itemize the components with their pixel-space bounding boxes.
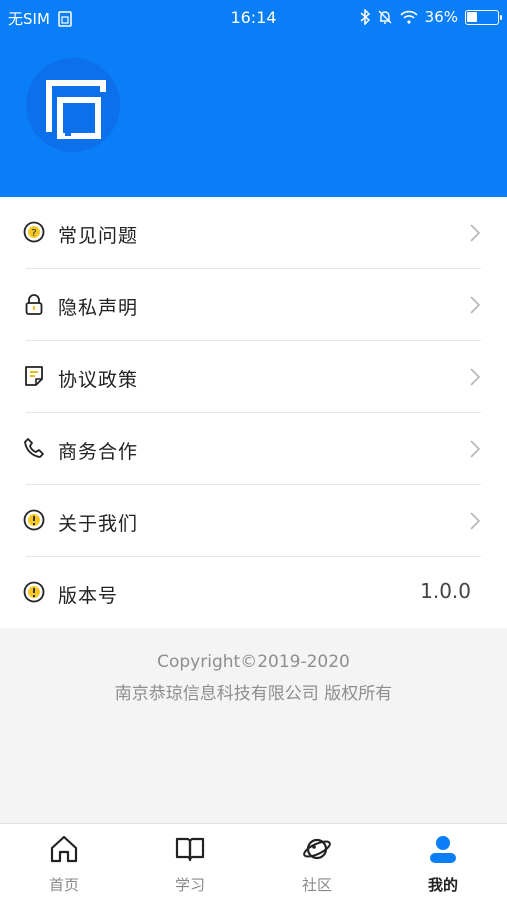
logo-mark-icon [46,80,106,139]
version-value: 1.0.0 [420,579,471,603]
tab-study[interactable]: 学习 [127,824,253,900]
chevron-right-icon [470,224,481,242]
mute-bell-icon [378,10,392,24]
menu-item-label: 隐私声明 [58,297,139,319]
menu-item-label: 协议政策 [58,369,139,391]
menu-item-version: 版本号 1.0.0 [0,557,507,629]
svg-text:?: ? [31,228,36,239]
home-icon [50,835,78,863]
chevron-right-icon [470,512,481,530]
tab-label: 学习 [174,876,205,894]
tab-community[interactable]: 社区 [254,824,380,900]
bottom-tab-bar: 首页 学习 社区 我的 [0,823,507,900]
chevron-right-icon [470,440,481,458]
tab-home[interactable]: 首页 [1,824,127,900]
tab-label: 社区 [301,876,332,894]
phone-icon [24,438,44,458]
tab-label: 首页 [48,876,79,894]
copyright-area: Copyright©2019-2020 南京恭琼信息科技有限公司 版权所有 [0,628,507,823]
status-bar: 无SIM 16:14 36% [0,0,507,36]
tab-label: 我的 [427,876,458,894]
company-text: 南京恭琼信息科技有限公司 版权所有 [114,684,393,704]
menu-item-faq[interactable]: ? 常见问题 [0,197,507,269]
battery-percent: 36% [424,8,458,26]
battery-icon [465,9,502,25]
menu-item-label: 关于我们 [58,513,139,535]
lock-icon [25,294,43,315]
app-logo [26,58,120,152]
book-icon [175,837,205,862]
wifi-icon [400,10,418,24]
user-icon [430,836,456,863]
info-circle-icon [23,509,45,531]
copyright-text: Copyright©2019-2020 [157,652,350,672]
menu-item-privacy[interactable]: 隐私声明 [0,269,507,341]
battery-level [467,11,477,22]
info-circle-icon [23,581,45,603]
chevron-right-icon [470,296,481,314]
menu-item-label: 常见问题 [58,225,139,247]
bluetooth-icon [360,9,370,25]
menu-item-label: 商务合作 [58,441,139,463]
settings-menu: ? 常见问题 隐私声明 协议政策 商务合作 关于我们 版本号 1.0.0 [0,197,507,629]
chevron-right-icon [470,368,481,386]
menu-item-business[interactable]: 商务合作 [0,413,507,485]
planet-icon [303,838,331,860]
version-label: 版本号 [58,585,119,607]
question-circle-icon: ? [23,221,45,243]
document-icon [25,366,43,386]
tab-mine[interactable]: 我的 [380,824,506,900]
menu-item-policy[interactable]: 协议政策 [0,341,507,413]
menu-item-about[interactable]: 关于我们 [0,485,507,557]
